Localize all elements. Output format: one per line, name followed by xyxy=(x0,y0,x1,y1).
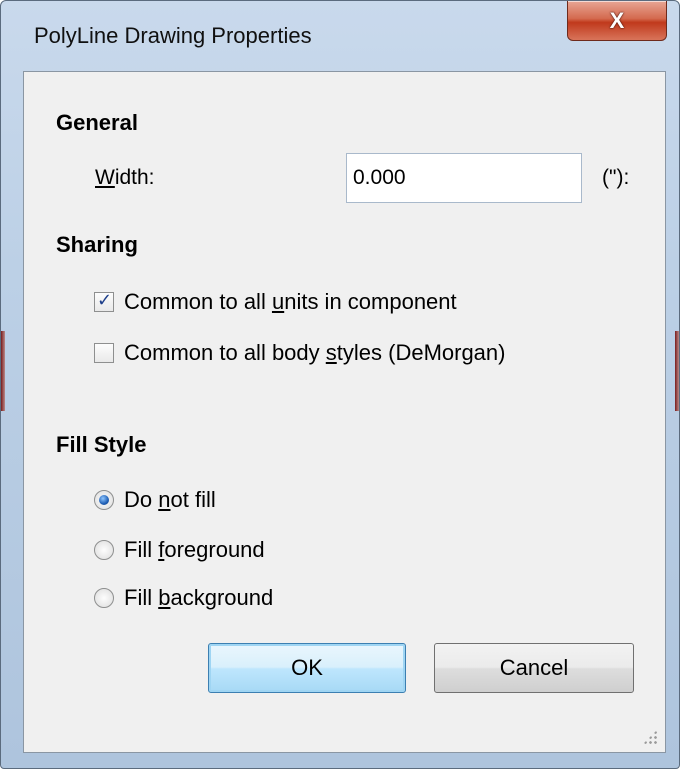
styles-label-part: Common to all body xyxy=(124,340,326,365)
close-icon: X xyxy=(609,7,625,33)
radio-button[interactable] xyxy=(94,540,114,560)
check-mark-icon: ✓ xyxy=(97,290,113,310)
width-input[interactable] xyxy=(346,153,582,203)
checkbox-row-styles[interactable]: Common to all body styles (DeMorgan) xyxy=(94,340,505,366)
fill-style-heading: Fill Style xyxy=(56,432,147,457)
radio-label-part: Fill xyxy=(124,585,159,610)
units-label-part: Common to all xyxy=(124,289,272,314)
window-title: PolyLine Drawing Properties xyxy=(34,23,312,48)
close-button[interactable]: X xyxy=(567,1,667,41)
radio-label-part: ackground xyxy=(170,585,274,610)
unit-label: ("): xyxy=(602,166,630,189)
styles-label-part: tyles (DeMorgan) xyxy=(336,340,506,365)
radio-label-part: ot fill xyxy=(170,487,216,512)
radio-button-selected[interactable] xyxy=(94,490,114,510)
dialog-window: PolyLine Drawing Properties X General Wi… xyxy=(0,0,680,769)
units-checkbox[interactable]: ✓ xyxy=(94,290,114,312)
radio-label-fill-background: Fill background xyxy=(124,585,273,611)
width-label: Width: xyxy=(95,166,155,190)
radio-fill-background[interactable]: Fill background xyxy=(94,585,273,611)
radio-do-not-fill[interactable]: Do not fill xyxy=(94,487,216,513)
radio-label-mnemonic: b xyxy=(158,585,171,610)
ok-button[interactable]: OK xyxy=(208,643,406,693)
units-label-part: nits in component xyxy=(284,289,457,314)
frame-edge-left xyxy=(1,331,5,411)
radio-label-part: Fill xyxy=(124,537,159,562)
radio-button[interactable] xyxy=(94,588,114,608)
frame-edge-right xyxy=(675,331,679,411)
general-heading: General xyxy=(56,110,138,135)
radio-label-mnemonic: n xyxy=(158,487,171,512)
dialog-client-area: General Width: ("): Sharing ✓ Common to … xyxy=(23,71,666,753)
resize-grip-icon[interactable] xyxy=(643,730,657,744)
units-checkbox-label: Common to all units in component xyxy=(124,289,457,315)
radio-label-part: oreground xyxy=(164,537,265,562)
sharing-heading: Sharing xyxy=(56,232,138,257)
checkbox-row-units[interactable]: ✓ Common to all units in component xyxy=(94,289,457,315)
radio-label-do-not-fill: Do not fill xyxy=(124,487,216,513)
radio-fill-foreground[interactable]: Fill foreground xyxy=(94,537,265,563)
width-label-rest: idth: xyxy=(114,166,155,189)
radio-label-part: Do xyxy=(124,487,159,512)
radio-label-fill-foreground: Fill foreground xyxy=(124,537,265,563)
cancel-button[interactable]: Cancel xyxy=(434,643,634,693)
styles-label-mnemonic: s xyxy=(325,340,337,365)
width-label-mnemonic: W xyxy=(95,166,115,189)
styles-checkbox-label: Common to all body styles (DeMorgan) xyxy=(124,340,505,366)
units-label-mnemonic: u xyxy=(271,289,285,314)
styles-checkbox[interactable] xyxy=(94,343,114,363)
